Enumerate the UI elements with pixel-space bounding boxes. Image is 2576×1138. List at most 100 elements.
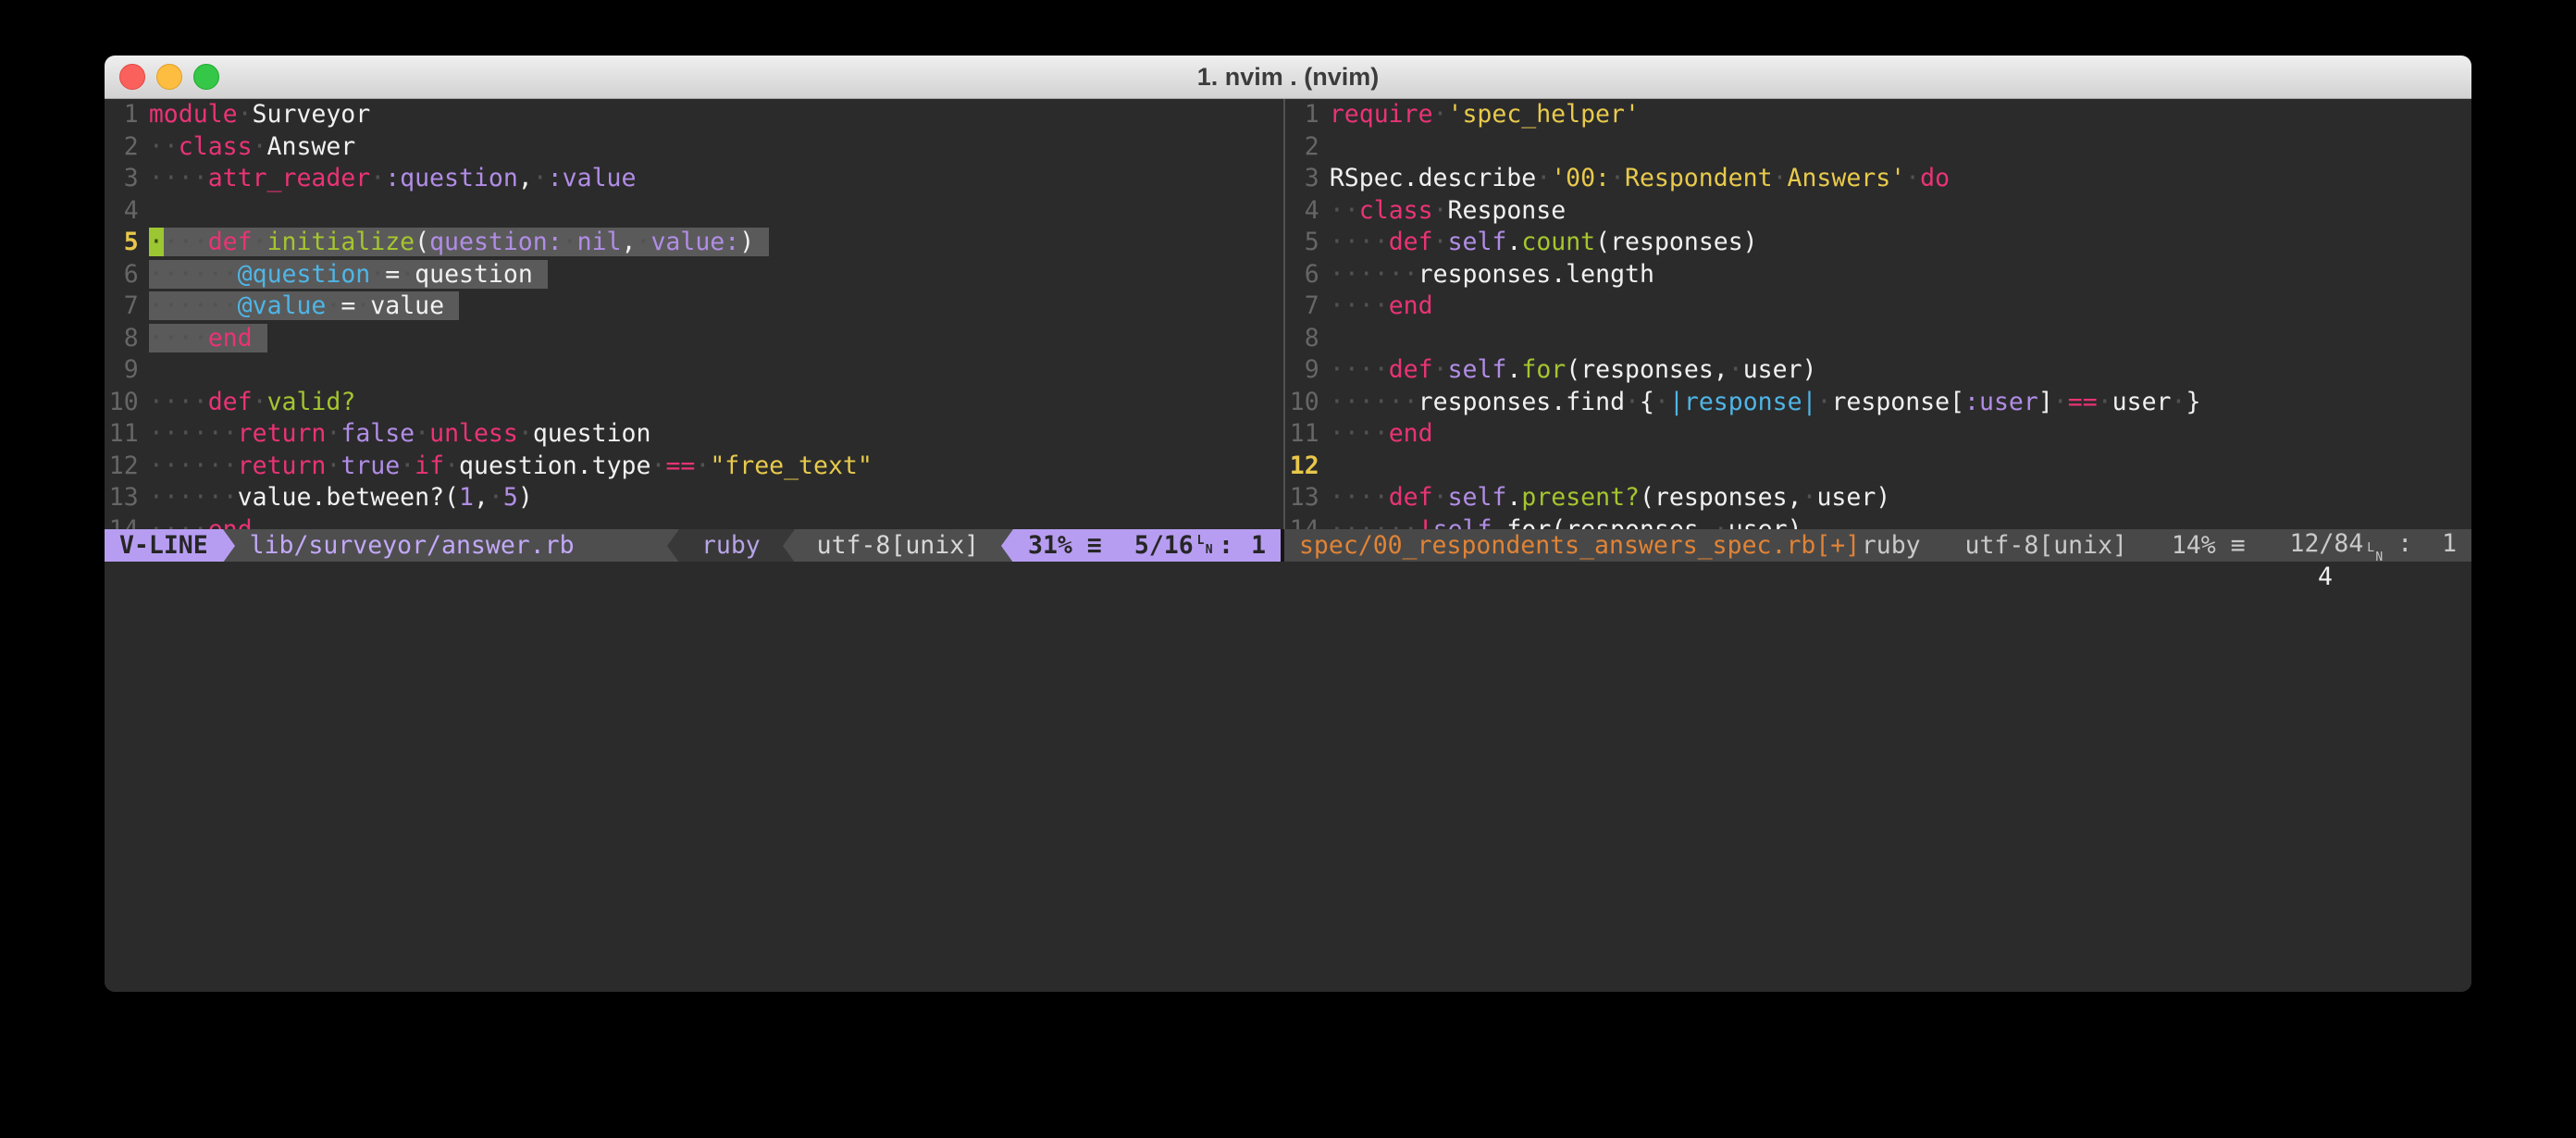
code-line[interactable]: 14······!self.for(responses,·user) <box>1285 514 2471 530</box>
editor-pane-answer-rb[interactable]: 1module·Surveyor2··class·Answer3····attr… <box>105 99 1283 529</box>
statusline-left[interactable]: V-LINE lib/surveyor/answer.rb ruby utf-8… <box>105 529 1281 562</box>
code-line[interactable]: 9····def·self.for(responses,·user) <box>1285 354 2471 387</box>
line-number: 7 <box>109 291 139 323</box>
empty-line[interactable]: 8 <box>1285 323 2471 355</box>
line-number: 11 <box>1290 418 1319 451</box>
command-line: 4 <box>105 562 2471 992</box>
editor-splits: 1module·Surveyor2··class·Answer3····attr… <box>105 99 2471 529</box>
filetype-segment: ruby <box>679 529 795 562</box>
code-line[interactable]: 14····end <box>105 514 1283 530</box>
line-number: 3 <box>1290 163 1319 195</box>
scroll-percent: 31% <box>1028 531 1072 560</box>
colon-separator: : <box>1219 531 1233 560</box>
line-number: 10 <box>1290 387 1319 419</box>
code-line[interactable]: 5 ····def·initialize(question:·nil,·value… <box>105 227 1283 259</box>
line-number: 9 <box>109 354 139 387</box>
code-line[interactable]: 12······return·true·if·question.type·==·… <box>105 451 1283 483</box>
window-title: 1. nvim . (nvim) <box>1197 63 1380 92</box>
terminal-window: 1. nvim . (nvim) 1module·Surveyor2··clas… <box>105 56 2471 992</box>
empty-line[interactable]: 2 <box>1285 131 2471 164</box>
visual-selection: ······@value·=·value <box>149 291 459 320</box>
visual-selection: ····end <box>149 324 267 353</box>
titlebar[interactable]: 1. nvim . (nvim) <box>105 56 2471 99</box>
current-line-number: 5 <box>109 227 139 259</box>
statusline-right[interactable]: spec/00_respondents_answers_spec.rb[+] r… <box>1284 529 2471 562</box>
line-position: 5/16 <box>1134 531 1194 560</box>
block-cursor: · <box>149 228 164 256</box>
zoom-button[interactable] <box>193 64 219 90</box>
powerline-chevron-icon <box>667 529 679 562</box>
line-number: 8 <box>109 323 139 355</box>
showcmd-pending-count: 4 <box>2318 562 2333 593</box>
filetype-label: ruby <box>679 531 783 560</box>
code-line[interactable]: 7····end <box>1285 291 2471 323</box>
visual-selection: ···def·initialize(question:·nil,·value:) <box>164 228 769 256</box>
empty-line[interactable]: 4 <box>105 195 1283 228</box>
encoding-label: utf-8[unix] <box>1965 531 2128 560</box>
line-number: 3 <box>109 163 139 195</box>
encoding-label: utf-8[unix] <box>795 531 1001 560</box>
code-line[interactable]: 8 ····end <box>105 323 1283 355</box>
line-number: 2 <box>1290 131 1319 164</box>
line-number: 8 <box>1290 323 1319 355</box>
code-line[interactable]: 6······responses.length <box>1285 259 2471 291</box>
line-number: 14 <box>1290 514 1319 530</box>
line-number-icon: LN <box>1197 536 1213 555</box>
terminal-content: 1module·Surveyor2··class·Answer3····attr… <box>105 99 2471 992</box>
powerline-chevron-icon <box>1001 529 1013 562</box>
cursor-position-group: 12/84LN : 1 <box>2290 529 2458 562</box>
line-number: 2 <box>109 131 139 164</box>
code-line[interactable]: 1module·Surveyor <box>105 99 1283 131</box>
code-line[interactable]: 4··class·Response <box>1285 195 2471 228</box>
line-number: 6 <box>109 259 139 291</box>
line-number: 10 <box>109 387 139 419</box>
line-number: 9 <box>1290 354 1319 387</box>
line-number: 13 <box>1290 482 1319 514</box>
scroll-percent-group: 14% ≡ <box>2172 531 2246 560</box>
code-line[interactable]: 10····def·valid? <box>105 387 1283 419</box>
code-line[interactable]: 2··class·Answer <box>105 131 1283 164</box>
column-number: 1 <box>1251 531 1266 560</box>
line-number-icon: LN <box>2367 543 2383 563</box>
code-line[interactable]: 13······value.between?(1,·5) <box>105 482 1283 514</box>
code-line[interactable]: 7 ······@value·=·value <box>105 291 1283 323</box>
traffic-lights <box>119 56 219 98</box>
line-number: 14 <box>109 514 139 530</box>
line-number: 13 <box>109 482 139 514</box>
code-line[interactable]: 5····def·self.count(responses) <box>1285 227 2471 259</box>
editor-pane-spec-rb[interactable]: 1require·'spec_helper'23RSpec.describe·'… <box>1285 99 2471 529</box>
code-line[interactable]: 10······responses.find·{·|response|·resp… <box>1285 387 2471 419</box>
lines-icon: ≡ <box>1087 531 1102 560</box>
code-line[interactable]: 3RSpec.describe·'00:·Respondent·Answers'… <box>1285 163 2471 195</box>
line-number: 5 <box>1290 227 1319 259</box>
file-path: lib/surveyor/answer.rb <box>250 531 575 560</box>
minimize-button[interactable] <box>156 64 182 90</box>
code-line[interactable]: 6 ······@question·=·question <box>105 259 1283 291</box>
current-line-number: 12 <box>1290 451 1319 483</box>
line-number: 11 <box>109 418 139 451</box>
line-number: 6 <box>1290 259 1319 291</box>
code-line[interactable]: 1require·'spec_helper' <box>1285 99 2471 131</box>
empty-line[interactable]: 9 <box>105 354 1283 387</box>
statusline-file-segment: lib/surveyor/answer.rb <box>223 529 679 562</box>
statusline-right-group: ruby utf-8[unix] 14% ≡ 12/84LN : 1 <box>1862 529 2457 562</box>
statusline-row: V-LINE lib/surveyor/answer.rb ruby utf-8… <box>105 529 2471 562</box>
line-number: 1 <box>109 99 139 131</box>
filetype-label: ruby <box>1862 531 1921 560</box>
powerline-arrow-icon <box>223 529 235 562</box>
line-number: 1 <box>1290 99 1319 131</box>
empty-line[interactable]: 12 <box>1285 451 2471 483</box>
line-number: 4 <box>109 195 139 228</box>
cursor-position-segment: 31% ≡ 5/16 LN : 1 <box>1013 529 1281 562</box>
code-line[interactable]: 3····attr_reader·:question,·:value <box>105 163 1283 195</box>
code-line[interactable]: 11······return·false·unless·question <box>105 418 1283 451</box>
visual-selection: ······@question·=·question <box>149 260 548 289</box>
encoding-segment: utf-8[unix] <box>795 529 1013 562</box>
code-line[interactable]: 13····def·self.present?(responses,·user) <box>1285 482 2471 514</box>
line-number: 4 <box>1290 195 1319 228</box>
file-path: spec/00_respondents_answers_spec.rb[+] <box>1299 531 1860 560</box>
code-line[interactable]: 11····end <box>1285 418 2471 451</box>
vim-mode-indicator: V-LINE <box>105 529 223 562</box>
close-button[interactable] <box>119 64 145 90</box>
line-number: 7 <box>1290 291 1319 323</box>
